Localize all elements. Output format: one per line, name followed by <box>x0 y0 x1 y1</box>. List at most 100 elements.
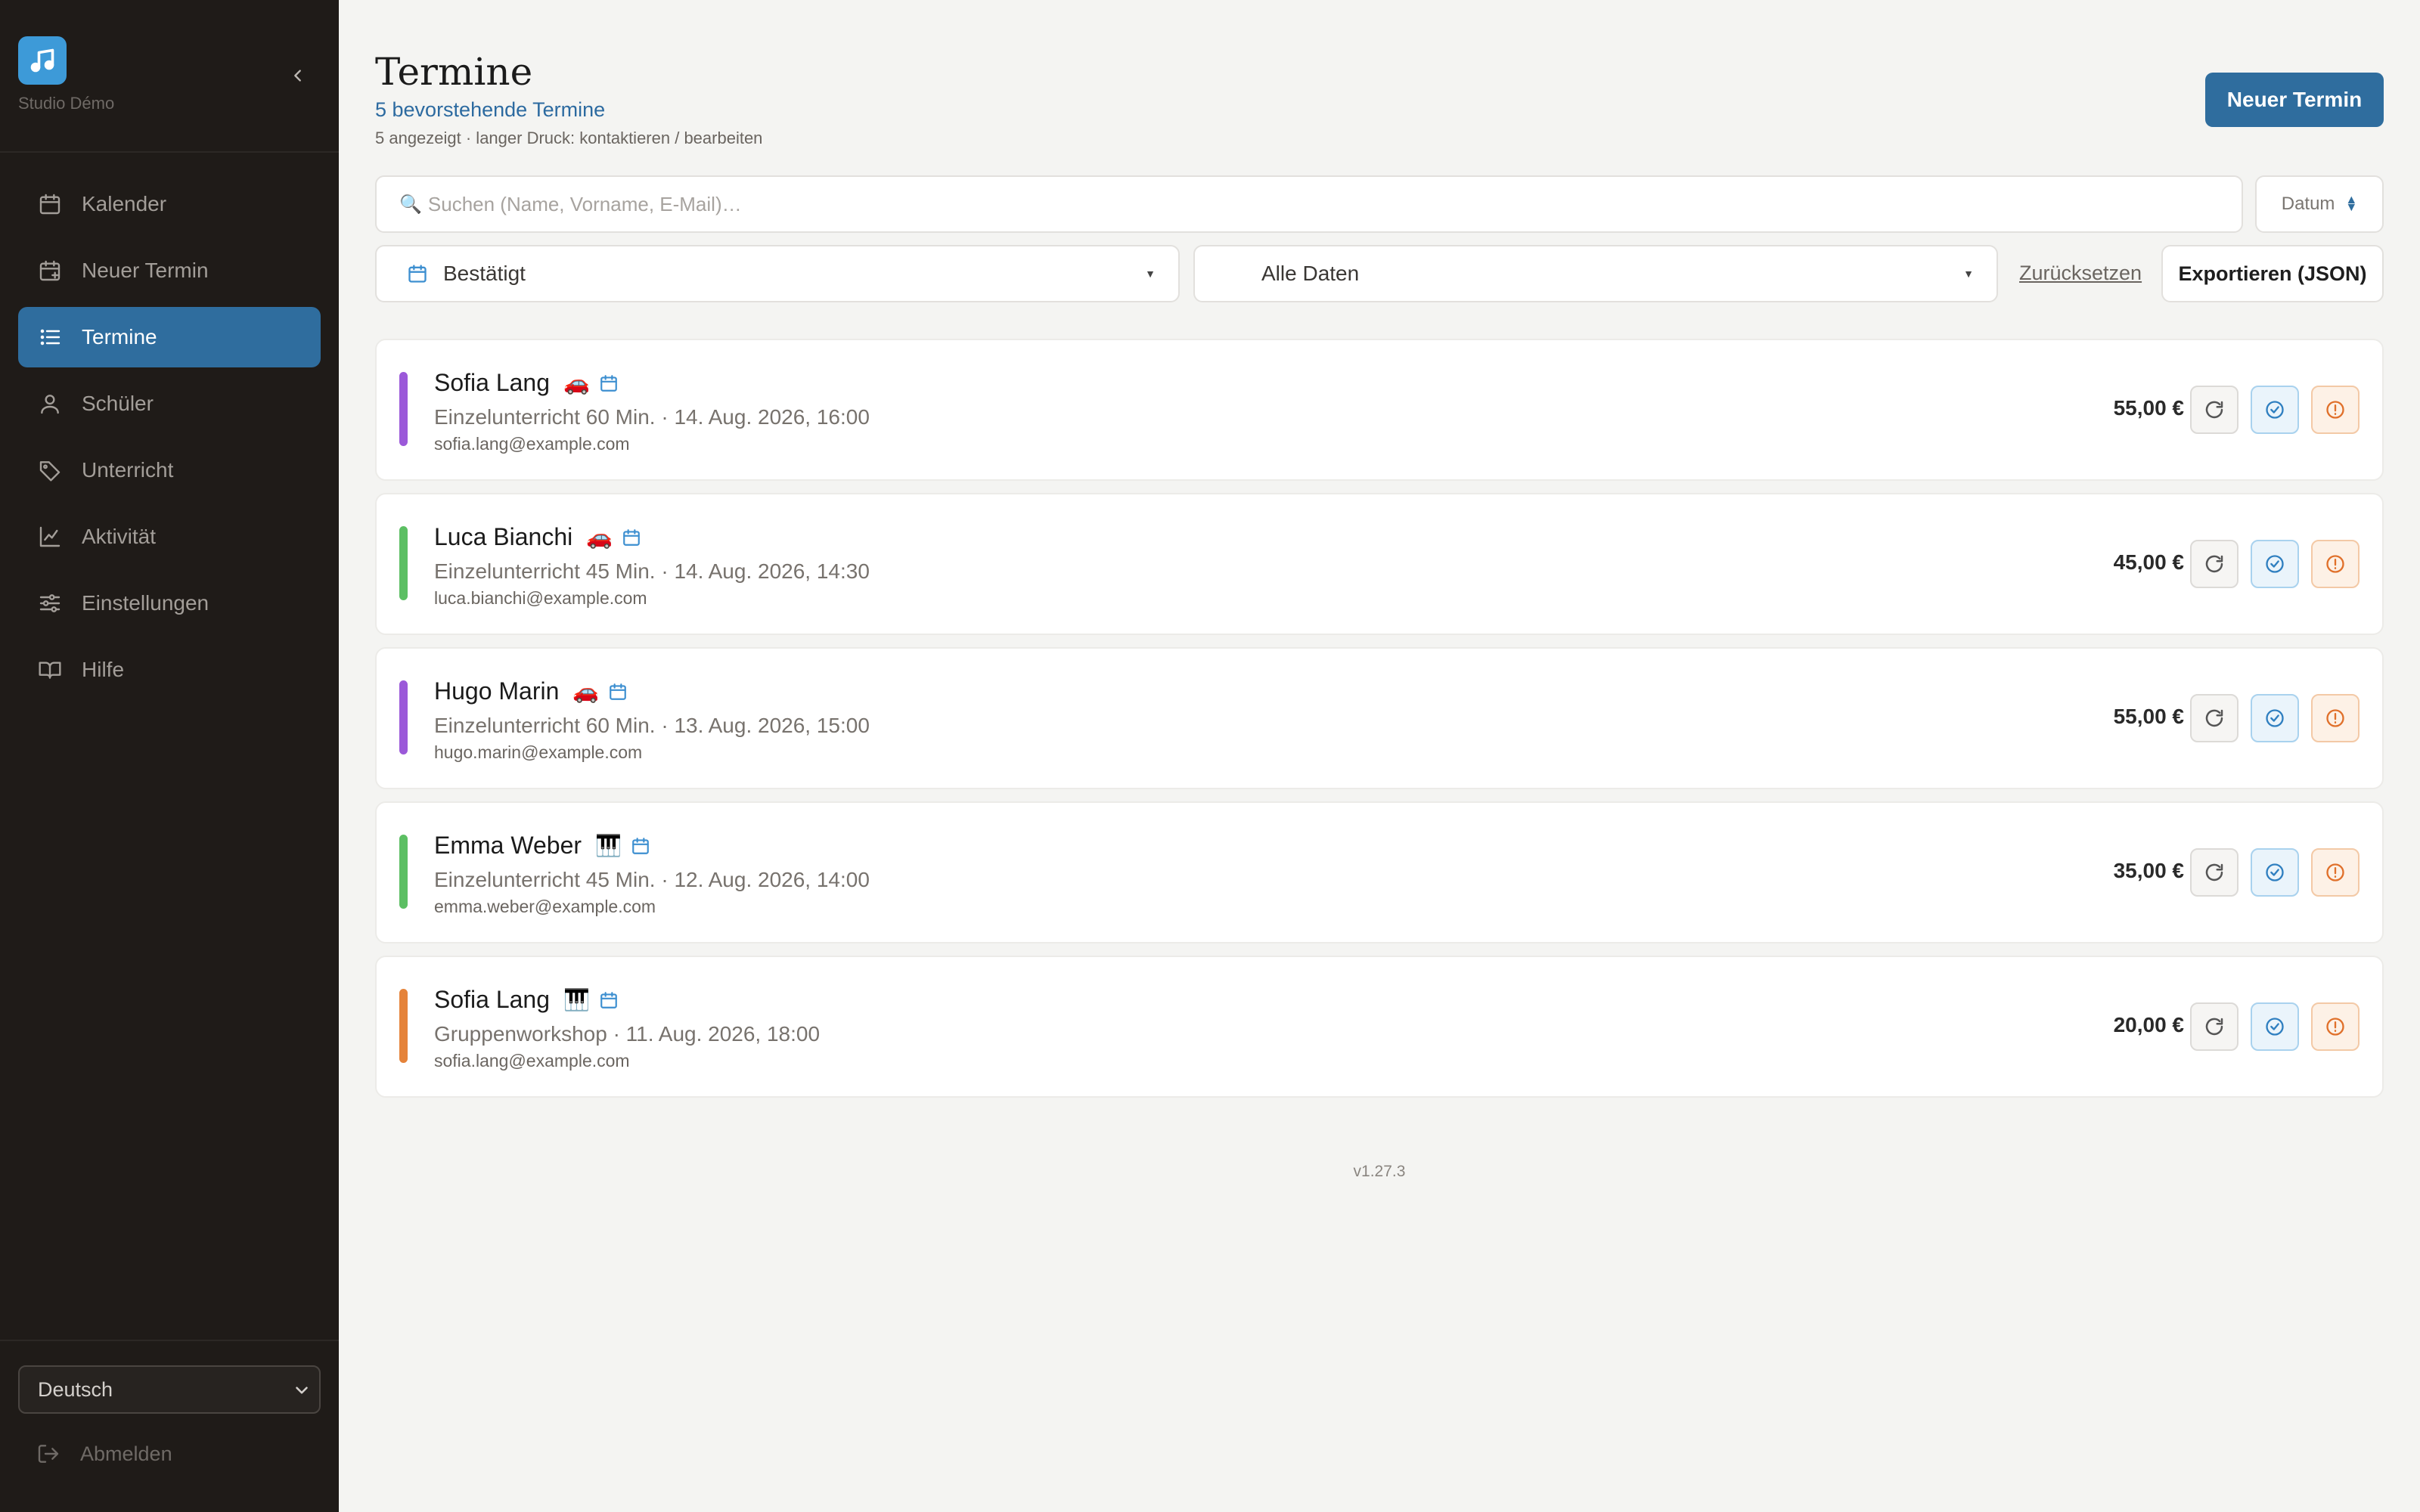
appointment-price: 45,00 € <box>2113 550 2184 574</box>
sidebar-item-unterricht[interactable]: Unterricht <box>18 440 321 500</box>
student-email: hugo.marin@example.com <box>434 742 643 762</box>
calendar-icon <box>599 990 619 1010</box>
appointment-card[interactable]: Hugo Marin 🚗 Einzelunterricht 60 Min. · … <box>375 647 2384 789</box>
divider <box>0 151 339 153</box>
sidebar-item-kalender[interactable]: Kalender <box>18 174 321 234</box>
list-icon <box>38 324 64 350</box>
appointment-card[interactable]: Emma Weber 🎹 Einzelunterricht 45 Min. · … <box>375 801 2384 943</box>
appointment-detail: Einzelunterricht 45 Min. · 12. Aug. 2026… <box>434 868 870 891</box>
sidebar-item-label: Aktivität <box>82 525 157 548</box>
refresh-icon <box>2205 709 2223 727</box>
calendar-icon <box>608 682 628 702</box>
date-filter-select[interactable]: Alle Daten ▼ <box>1193 245 1998 302</box>
check-circle-icon <box>2266 863 2284 881</box>
tag-icon <box>38 457 64 483</box>
reschedule-button[interactable] <box>2190 386 2238 434</box>
refresh-icon <box>2205 555 2223 573</box>
app-version: v1.27.3 <box>1353 1163 1406 1180</box>
student-name: Hugo Marin <box>434 677 560 705</box>
export-json-button[interactable]: Exportieren (JSON) <box>2161 245 2384 302</box>
sidebar-item-label: Termine <box>82 325 157 349</box>
book-icon <box>38 657 64 683</box>
report-issue-button[interactable] <box>2311 386 2360 434</box>
reschedule-button[interactable] <box>2190 848 2238 897</box>
status-filter-select[interactable]: Bestätigt ▼ <box>375 245 1180 302</box>
status-color-bar <box>399 989 408 1063</box>
reschedule-button[interactable] <box>2190 694 2238 742</box>
search-bar: 🔍 <box>375 175 2243 233</box>
main-content: Termine 5 bevorstehende Termine 5 angeze… <box>339 0 2420 1512</box>
chevron-down-icon <box>296 1387 308 1394</box>
confirm-button[interactable] <box>2251 540 2299 588</box>
appointment-price: 35,00 € <box>2113 859 2184 882</box>
sliders-icon <box>38 590 64 616</box>
report-issue-button[interactable] <box>2311 540 2360 588</box>
new-appointment-button[interactable]: Neuer Termin <box>2205 73 2384 127</box>
refresh-icon <box>2205 1018 2223 1036</box>
status-color-bar <box>399 372 408 446</box>
appointment-card[interactable]: Luca Bianchi 🚗 Einzelunterricht 45 Min. … <box>375 493 2384 635</box>
sidebar-item-label: Schüler <box>82 392 154 415</box>
sidebar: Studio Démo Kalender Neuer Termin Termin… <box>0 0 339 1512</box>
instrument-emoji: 🎹 <box>595 834 622 857</box>
sidebar-item-schueler[interactable]: Schüler <box>18 373 321 434</box>
search-input[interactable] <box>427 192 2228 216</box>
student-name: Emma Weber <box>434 832 582 859</box>
sidebar-item-label: Kalender <box>82 192 167 215</box>
page-hint: 5 angezeigt · langer Druck: kontaktieren… <box>375 129 763 147</box>
alert-circle-icon <box>2326 401 2344 419</box>
student-email: emma.weber@example.com <box>434 897 656 916</box>
report-issue-button[interactable] <box>2311 1002 2360 1051</box>
reset-filters-link[interactable]: Zurücksetzen <box>2019 262 2142 285</box>
calendar-plus-icon <box>38 258 64 284</box>
student-email: sofia.lang@example.com <box>434 1051 630 1070</box>
alert-circle-icon <box>2326 863 2344 881</box>
sidebar-item-termine[interactable]: Termine <box>18 307 321 367</box>
alert-circle-icon <box>2326 709 2344 727</box>
student-name: Sofia Lang <box>434 369 551 396</box>
date-filter-value: Alle Daten <box>1261 262 1360 285</box>
confirm-button[interactable] <box>2251 694 2299 742</box>
appointment-card[interactable]: Sofia Lang 🎹 Gruppenworkshop · 11. Aug. … <box>375 956 2384 1098</box>
search-icon: 🔍 <box>399 194 422 215</box>
reschedule-button[interactable] <box>2190 540 2238 588</box>
confirm-button[interactable] <box>2251 1002 2299 1051</box>
check-circle-icon <box>2266 1018 2284 1036</box>
appointment-price: 20,00 € <box>2113 1013 2184 1036</box>
logout-button[interactable]: Abmelden <box>36 1441 172 1467</box>
alert-circle-icon <box>2326 555 2344 573</box>
report-issue-button[interactable] <box>2311 848 2360 897</box>
sidebar-item-aktivitaet[interactable]: Aktivität <box>18 507 321 567</box>
collapse-sidebar-button[interactable] <box>283 60 313 91</box>
refresh-icon <box>2205 863 2223 881</box>
sidebar-nav: Kalender Neuer Termin Termine Schüler Un… <box>18 174 321 706</box>
sidebar-item-label: Neuer Termin <box>82 259 209 282</box>
appointment-card[interactable]: Sofia Lang 🚗 Einzelunterricht 60 Min. · … <box>375 339 2384 481</box>
calendar-icon <box>599 373 619 393</box>
sidebar-item-einstellungen[interactable]: Einstellungen <box>18 573 321 634</box>
logout-icon <box>36 1441 62 1467</box>
logout-label: Abmelden <box>80 1442 172 1465</box>
transport-emoji: 🚗 <box>586 525 613 549</box>
check-circle-icon <box>2266 555 2284 573</box>
calendar-icon <box>407 263 428 284</box>
calendar-icon <box>631 836 650 856</box>
sidebar-item-neuer-termin[interactable]: Neuer Termin <box>18 240 321 301</box>
confirm-button[interactable] <box>2251 386 2299 434</box>
confirm-button[interactable] <box>2251 848 2299 897</box>
check-circle-icon <box>2266 401 2284 419</box>
page-title: Termine <box>375 50 533 94</box>
reschedule-button[interactable] <box>2190 1002 2238 1051</box>
calendar-icon <box>622 528 641 547</box>
report-issue-button[interactable] <box>2311 694 2360 742</box>
alert-circle-icon <box>2326 1018 2344 1036</box>
refresh-icon <box>2205 401 2223 419</box>
transport-emoji: 🚗 <box>572 680 600 703</box>
sort-select[interactable]: Datum ▲ ▼ <box>2255 175 2384 233</box>
language-select[interactable]: Deutsch <box>18 1365 321 1414</box>
appointment-detail: Einzelunterricht 60 Min. · 13. Aug. 2026… <box>434 714 870 737</box>
sidebar-item-hilfe[interactable]: Hilfe <box>18 640 321 700</box>
sidebar-item-label: Unterricht <box>82 458 174 482</box>
chart-line-icon <box>38 524 64 550</box>
student-name: Sofia Lang <box>434 986 551 1013</box>
